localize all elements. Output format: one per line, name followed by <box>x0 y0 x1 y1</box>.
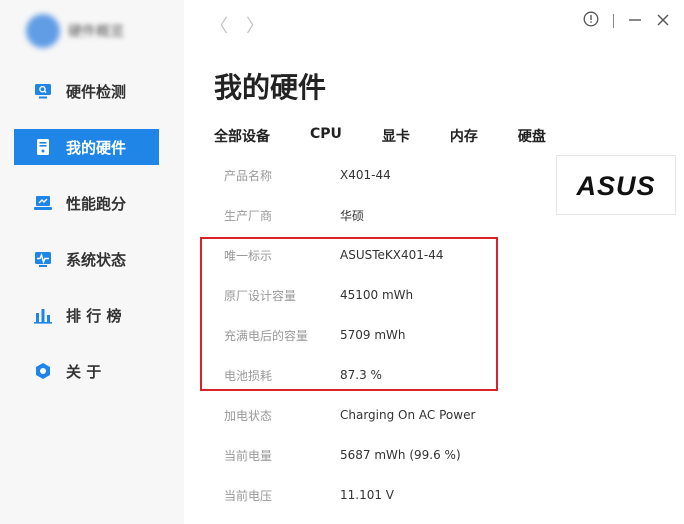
app-name: 硬件概览 <box>68 24 124 40</box>
info-row: 生产厂商 华硕 <box>224 195 524 235</box>
sidebar-item-about[interactable]: 关 于 <box>14 353 159 389</box>
info-value: 11.101 V <box>340 488 395 502</box>
info-row: 产品名称 X401-44 <box>224 155 524 195</box>
sidebar-item-label: 性能跑分 <box>66 194 127 213</box>
brand-logo-box: ASUS <box>556 155 676 215</box>
sidebar-item-ranking[interactable]: 排 行 榜 <box>14 297 159 333</box>
page-title: 我的硬件 <box>214 71 327 104</box>
info-label: 生产厂商 <box>224 208 273 223</box>
info-hexagon-icon <box>34 362 52 380</box>
history-nav: 〈 〉 <box>210 12 264 38</box>
asus-logo: ASUS <box>575 171 655 199</box>
monitor-search-icon <box>34 82 52 100</box>
brand-logo-text: ASUS <box>575 171 655 199</box>
info-label: 加电状态 <box>224 408 273 423</box>
info-label: 产品名称 <box>224 168 273 183</box>
pulse-icon <box>34 250 52 268</box>
sidebar-item-benchmark[interactable]: 性能跑分 <box>14 185 159 221</box>
sidebar-item-my-hardware[interactable]: 我的硬件 <box>14 129 159 165</box>
back-button[interactable]: 〈 <box>210 12 228 38</box>
info-value: 华硕 <box>340 208 365 223</box>
minimize-button[interactable] <box>628 12 642 31</box>
app-logo-icon <box>26 14 60 48</box>
sidebar-item-system-status[interactable]: 系统状态 <box>14 241 159 277</box>
separator <box>613 14 614 28</box>
tab-all-devices[interactable]: 全部设备 <box>214 126 270 146</box>
tab-cpu[interactable]: CPU <box>310 126 342 146</box>
sidebar-item-label: 排 行 榜 <box>66 306 122 325</box>
highlight-box <box>200 237 498 391</box>
sidebar-item-label: 硬件检测 <box>66 82 127 101</box>
sidebar-item-label: 系统状态 <box>66 250 127 269</box>
info-label: 当前电压 <box>224 488 273 503</box>
info-row: 当前电量 5687 mWh (99.6 %) <box>224 435 524 475</box>
close-button[interactable] <box>656 12 670 31</box>
forward-button[interactable]: 〉 <box>246 12 264 38</box>
info-value: X401-44 <box>340 168 391 182</box>
info-value: 5687 mWh (99.6 %) <box>340 448 461 462</box>
sidebar-item-label: 关 于 <box>66 362 102 381</box>
close-icon <box>657 14 669 25</box>
sidebar: 硬件概览 硬件检测 我的硬件 性能跑分 系统状态 排 行 榜 关 于 <box>0 0 184 524</box>
window-controls <box>583 11 670 31</box>
sidebar-item-hardware-detect[interactable]: 硬件检测 <box>14 73 159 109</box>
laptop-score-icon <box>34 194 52 212</box>
minimize-icon <box>629 18 641 21</box>
info-value: Charging On AC Power <box>340 408 476 422</box>
tab-gpu[interactable]: 显卡 <box>382 126 410 146</box>
pc-tower-icon <box>34 138 52 156</box>
app-logo: 硬件概览 <box>26 12 166 50</box>
feedback-button[interactable] <box>583 11 599 31</box>
info-label: 当前电量 <box>224 448 273 463</box>
info-row: 当前电压 11.101 V <box>224 475 524 515</box>
info-row: 加电状态 Charging On AC Power <box>224 395 524 435</box>
device-tabs: 全部设备 CPU 显卡 内存 硬盘 <box>214 126 586 146</box>
sidebar-item-label: 我的硬件 <box>66 138 127 157</box>
alert-circle-icon <box>583 11 599 27</box>
tab-memory[interactable]: 内存 <box>450 126 478 146</box>
tab-disk[interactable]: 硬盘 <box>518 126 546 146</box>
bar-chart-icon <box>34 306 52 324</box>
